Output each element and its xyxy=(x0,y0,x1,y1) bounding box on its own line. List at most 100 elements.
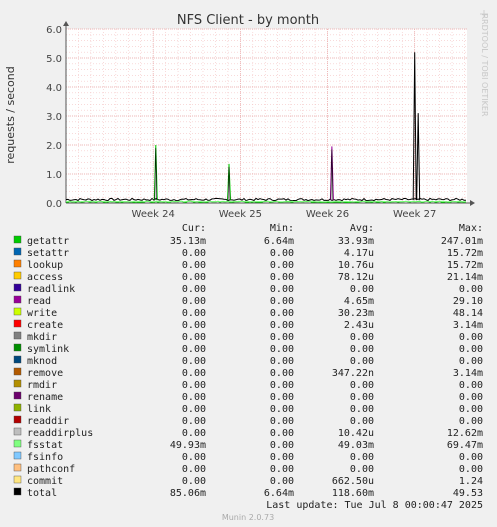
legend-max: 0.00 xyxy=(459,392,483,403)
legend-avg: 0.00 xyxy=(350,464,374,475)
legend-max: 3.14m xyxy=(453,368,483,379)
legend-avg: 49.03m xyxy=(338,440,374,451)
x-tick-label: Week 27 xyxy=(393,209,436,220)
legend-min: 0.00 xyxy=(270,248,294,259)
legend-max: 29.10 xyxy=(453,296,483,307)
y-tick-label: 2.0 xyxy=(46,141,62,152)
legend-min: 0.00 xyxy=(270,272,294,283)
legend-cur: 0.00 xyxy=(182,308,206,319)
legend-avg: 118.60m xyxy=(332,488,374,499)
legend-max: 21.14m xyxy=(447,272,483,283)
legend-min: 6.64m xyxy=(264,236,294,247)
legend-avg: 0.00 xyxy=(350,380,374,391)
legend-swatch xyxy=(13,307,22,316)
legend-cur: 0.00 xyxy=(182,248,206,259)
legend-avg: 33.93m xyxy=(338,236,374,247)
legend-avg: 0.00 xyxy=(350,416,374,427)
legend-avg: 10.42u xyxy=(338,428,374,439)
legend-avg: 10.76u xyxy=(338,260,374,271)
legend-label: readdirplus xyxy=(27,428,93,439)
rrdtool-credit: RRDTOOL / TOBI OETIKER xyxy=(480,13,489,116)
legend-label: readlink xyxy=(27,284,75,295)
legend-avg: 662.50u xyxy=(332,476,374,487)
legend-swatch xyxy=(13,487,22,496)
legend-min: 0.00 xyxy=(270,452,294,463)
legend-label: symlink xyxy=(27,344,69,355)
legend-label: fsinfo xyxy=(27,452,63,463)
legend-max: 0.00 xyxy=(459,404,483,415)
legend-min: 0.00 xyxy=(270,392,294,403)
y-axis-label: requests / second xyxy=(4,66,17,163)
legend-cur: 0.00 xyxy=(182,416,206,427)
legend-min: 0.00 xyxy=(270,416,294,427)
legend-min: 0.00 xyxy=(270,296,294,307)
legend-min: 0.00 xyxy=(270,356,294,367)
legend-max: 15.72m xyxy=(447,260,483,271)
legend-cur: 0.00 xyxy=(182,260,206,271)
column-header-min: Min: xyxy=(270,223,294,234)
legend-min: 0.00 xyxy=(270,476,294,487)
legend-swatch xyxy=(13,343,22,352)
legend-max: 0.00 xyxy=(459,416,483,427)
legend-cur: 0.00 xyxy=(182,464,206,475)
legend-max: 0.00 xyxy=(459,344,483,355)
legend-cur: 0.00 xyxy=(182,356,206,367)
chart-frame: NFS Client - by month requests / second … xyxy=(0,0,497,527)
legend-swatch xyxy=(13,391,22,400)
legend-min: 0.00 xyxy=(270,440,294,451)
column-header-max: Max: xyxy=(459,223,483,234)
legend-max: 0.00 xyxy=(459,284,483,295)
legend-swatch xyxy=(13,235,22,244)
legend-max: 12.62m xyxy=(447,428,483,439)
legend-label: fsstat xyxy=(27,440,63,451)
y-tick-label: 0.0 xyxy=(46,199,62,210)
column-header-avg: Avg: xyxy=(350,223,374,234)
legend-swatch xyxy=(13,271,22,280)
legend-label: mknod xyxy=(27,356,57,367)
legend-avg: 347.22n xyxy=(332,368,374,379)
legend-avg: 0.00 xyxy=(350,392,374,403)
legend-cur: 0.00 xyxy=(182,272,206,283)
legend-avg: 0.00 xyxy=(350,344,374,355)
legend-min: 0.00 xyxy=(270,368,294,379)
legend-max: 15.72m xyxy=(447,248,483,259)
munin-version: Munin 2.0.73 xyxy=(222,513,274,522)
legend-min: 0.00 xyxy=(270,332,294,343)
legend-max: 0.00 xyxy=(459,464,483,475)
legend-min: 0.00 xyxy=(270,380,294,391)
legend-min: 0.00 xyxy=(270,404,294,415)
legend-min: 0.00 xyxy=(270,464,294,475)
y-tick-label: 6.0 xyxy=(46,25,62,36)
legend-avg: 30.23m xyxy=(338,308,374,319)
legend-max: 0.00 xyxy=(459,332,483,343)
legend-label: setattr xyxy=(27,248,69,259)
x-tick-label: Week 26 xyxy=(306,209,349,220)
legend-label: total xyxy=(27,488,57,499)
legend-avg: 78.12u xyxy=(338,272,374,283)
legend-cur: 49.93m xyxy=(170,440,206,451)
legend-swatch xyxy=(13,367,22,376)
legend-cur: 0.00 xyxy=(182,332,206,343)
legend-label: rmdir xyxy=(27,380,57,391)
x-tick-label: Week 24 xyxy=(132,209,175,220)
legend-min: 0.00 xyxy=(270,308,294,319)
legend-swatch xyxy=(13,259,22,268)
legend-cur: 0.00 xyxy=(182,368,206,379)
legend-swatch xyxy=(13,427,22,436)
y-tick-label: 3.0 xyxy=(46,112,62,123)
legend-cur: 35.13m xyxy=(170,236,206,247)
legend-label: link xyxy=(27,404,51,415)
legend-min: 0.00 xyxy=(270,320,294,331)
legend-label: commit xyxy=(27,476,63,487)
legend-swatch xyxy=(13,451,22,460)
y-tick-label: 5.0 xyxy=(46,54,62,65)
legend-max: 49.53 xyxy=(453,488,483,499)
legend-max: 0.00 xyxy=(459,356,483,367)
legend-swatch xyxy=(13,295,22,304)
legend-cur: 0.00 xyxy=(182,320,206,331)
legend-avg: 0.00 xyxy=(350,332,374,343)
legend-label: create xyxy=(27,320,63,331)
legend-max: 48.14 xyxy=(453,308,483,319)
legend-max: 3.14m xyxy=(453,320,483,331)
x-tick-label: Week 25 xyxy=(219,209,262,220)
